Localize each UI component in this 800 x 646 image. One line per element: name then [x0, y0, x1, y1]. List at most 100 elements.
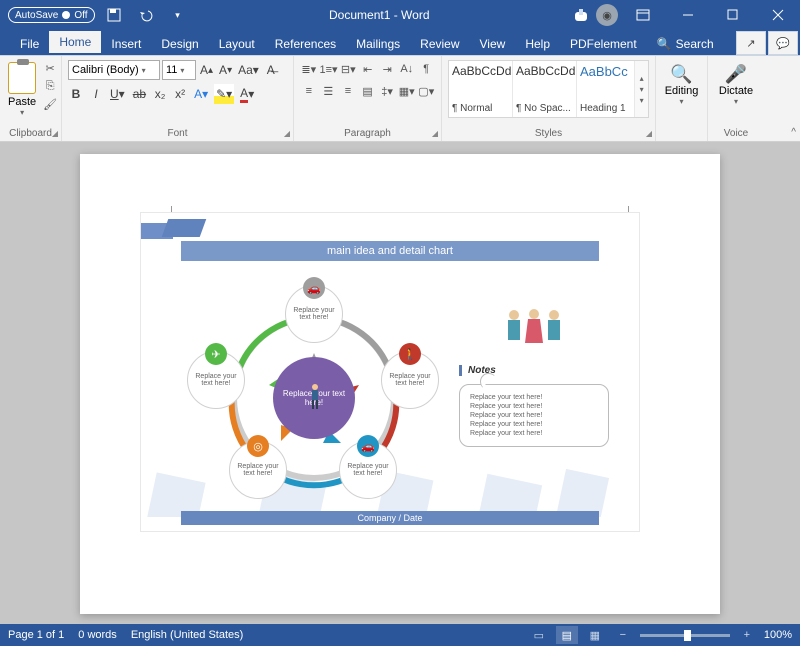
change-case-icon[interactable]: Aa▾: [236, 60, 261, 80]
font-launcher[interactable]: ◢: [284, 129, 290, 138]
style-no-spacing[interactable]: AaBbCcDd ¶ No Spac...: [513, 61, 577, 117]
save-icon[interactable]: [101, 2, 127, 28]
font-color-icon[interactable]: A▾: [238, 84, 256, 104]
format-painter-icon[interactable]: 🖌: [42, 96, 58, 112]
editing-button[interactable]: 🔍 Editing ▾: [662, 60, 701, 110]
plane-icon: ✈: [205, 343, 227, 365]
shading-icon[interactable]: ▦▾: [398, 82, 416, 100]
maximize-button[interactable]: [710, 0, 755, 30]
account-icon[interactable]: ◉: [594, 2, 620, 28]
autosave-knob: [62, 11, 70, 19]
tab-references[interactable]: References: [265, 33, 346, 55]
ribbon-display-icon[interactable]: [620, 0, 665, 30]
autosave-toggle[interactable]: AutoSave Off: [8, 7, 95, 23]
undo-icon[interactable]: [133, 2, 159, 28]
autosave-state: Off: [74, 10, 87, 21]
zoom-in-button[interactable]: +: [736, 626, 758, 644]
share-button[interactable]: ↗: [736, 31, 766, 55]
copy-icon[interactable]: ⎘: [42, 78, 58, 94]
subscript-button[interactable]: x₂: [152, 84, 168, 104]
people-icons: [459, 307, 609, 351]
qa-customize-icon[interactable]: ▾: [165, 2, 191, 28]
document-area[interactable]: main idea and detail chart: [0, 142, 800, 624]
align-right-icon[interactable]: ≡: [339, 82, 357, 100]
print-layout-icon[interactable]: ▤: [556, 626, 578, 644]
search-box[interactable]: 🔍 Search: [647, 33, 724, 55]
embedded-chart-image[interactable]: main idea and detail chart: [140, 212, 640, 532]
minimize-button[interactable]: [665, 0, 710, 30]
radial-diagram: Replace your text here! Replace your tex…: [181, 275, 441, 505]
borders-icon[interactable]: ▢▾: [417, 82, 435, 100]
tab-review[interactable]: Review: [410, 33, 469, 55]
tab-layout[interactable]: Layout: [209, 33, 265, 55]
upload-icon[interactable]: [568, 2, 594, 28]
ribbon: Paste ▾ ✂ ⎘ 🖌 Clipboard ◢ Calibri (Body)…: [0, 56, 800, 142]
italic-button[interactable]: I: [88, 84, 104, 104]
collapse-ribbon-icon[interactable]: ^: [791, 127, 796, 138]
comments-button[interactable]: 💬: [768, 31, 798, 55]
status-bar: Page 1 of 1 0 words English (United Stat…: [0, 624, 800, 646]
styles-group-label: Styles: [442, 128, 655, 139]
notes-heading: Notes: [459, 365, 609, 376]
chart-footer: Company / Date: [181, 511, 599, 525]
zoom-slider[interactable]: [640, 634, 730, 637]
paste-button[interactable]: Paste ▾: [6, 60, 38, 119]
cut-icon[interactable]: ✂: [42, 60, 58, 76]
tab-help[interactable]: Help: [515, 33, 560, 55]
styles-expand-icon[interactable]: ▴▾▾: [635, 61, 648, 117]
style-normal[interactable]: AaBbCcDd ¶ Normal: [449, 61, 513, 117]
tab-pdfelement[interactable]: PDFelement: [560, 33, 647, 55]
tab-insert[interactable]: Insert: [101, 33, 151, 55]
status-words[interactable]: 0 words: [78, 629, 117, 641]
bullets-icon[interactable]: ≣▾: [300, 60, 317, 78]
multilevel-list-icon[interactable]: ⊟▾: [340, 60, 357, 78]
voice-group-label: Voice: [708, 128, 764, 139]
align-center-icon[interactable]: ☰: [320, 82, 338, 100]
zoom-out-button[interactable]: −: [612, 626, 634, 644]
tab-file[interactable]: File: [10, 33, 49, 55]
paragraph-group-label: Paragraph: [294, 128, 441, 139]
font-family-combo[interactable]: Calibri (Body)▾: [68, 60, 160, 80]
autosave-label: AutoSave: [15, 10, 58, 21]
tab-home[interactable]: Home: [49, 31, 101, 55]
shrink-font-icon[interactable]: A▾: [217, 60, 234, 80]
read-mode-icon[interactable]: ▭: [528, 626, 550, 644]
sort-icon[interactable]: A↓: [398, 60, 415, 78]
styles-launcher[interactable]: ◢: [646, 129, 652, 138]
strikethrough-button[interactable]: ab: [131, 84, 148, 104]
justify-icon[interactable]: ▤: [359, 82, 377, 100]
font-size-combo[interactable]: 11▾: [162, 60, 196, 80]
tab-mailings[interactable]: Mailings: [346, 33, 410, 55]
grow-font-icon[interactable]: A▴: [198, 60, 215, 80]
highlight-icon[interactable]: ✎▾: [214, 84, 234, 104]
line-spacing-icon[interactable]: ‡▾: [378, 82, 396, 100]
tab-view[interactable]: View: [470, 33, 516, 55]
web-layout-icon[interactable]: ▦: [584, 626, 606, 644]
close-button[interactable]: [755, 0, 800, 30]
bold-button[interactable]: B: [68, 84, 84, 104]
search-icon: 🔍: [657, 37, 672, 51]
text-effects-icon[interactable]: A▾: [192, 84, 210, 104]
status-page[interactable]: Page 1 of 1: [8, 629, 64, 641]
dictate-button[interactable]: 🎤 Dictate ▾: [714, 60, 758, 110]
notes-bubble: Replace your text here! Replace your tex…: [459, 384, 609, 447]
clipboard-launcher[interactable]: ◢: [52, 129, 58, 138]
car2-icon: 🚗: [357, 435, 379, 457]
clear-formatting-icon[interactable]: A̶: [263, 60, 279, 80]
tab-design[interactable]: Design: [151, 33, 208, 55]
paste-icon: [8, 62, 36, 94]
increase-indent-icon[interactable]: ⇥: [379, 60, 396, 78]
styles-gallery[interactable]: AaBbCcDd ¶ Normal AaBbCcDd ¶ No Spac... …: [448, 60, 649, 118]
mic-icon: 🎤: [725, 64, 747, 85]
paragraph-launcher[interactable]: ◢: [432, 129, 438, 138]
status-language[interactable]: English (United States): [131, 629, 244, 641]
superscript-button[interactable]: x²: [172, 84, 188, 104]
align-left-icon[interactable]: ≡: [300, 82, 318, 100]
decrease-indent-icon[interactable]: ⇤: [359, 60, 376, 78]
style-heading-1[interactable]: AaBbCc Heading 1: [577, 61, 635, 117]
zoom-level[interactable]: 100%: [764, 629, 792, 641]
show-marks-icon[interactable]: ¶: [417, 60, 434, 78]
walk-icon: 🚶: [399, 343, 421, 365]
underline-button[interactable]: U▾: [108, 84, 127, 104]
numbering-icon[interactable]: 1≡▾: [319, 60, 337, 78]
